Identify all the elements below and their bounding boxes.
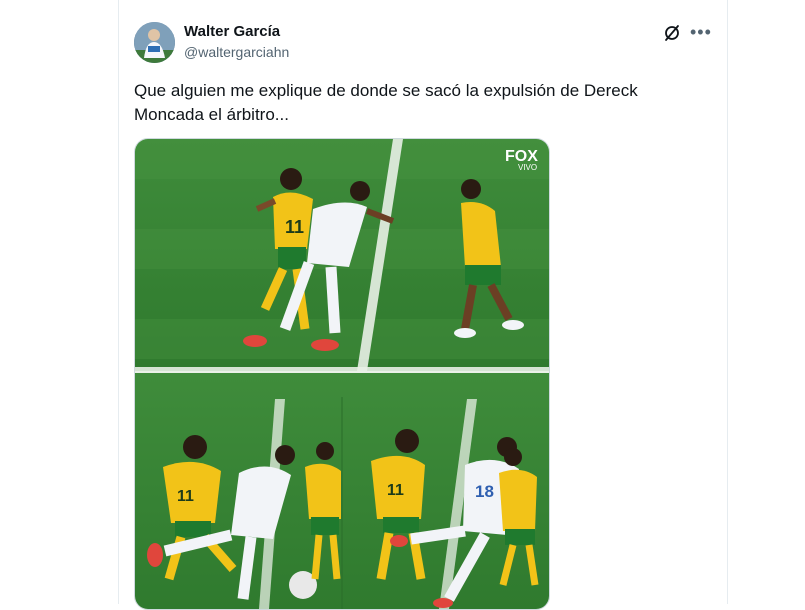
author-handle[interactable]: @waltergarciahn (184, 44, 289, 60)
more-dots-icon[interactable]: ••• (690, 22, 711, 42)
author-name[interactable]: Walter García (184, 23, 280, 40)
jersey-number-yellow: 11 (285, 217, 304, 237)
avatar-image (134, 22, 175, 63)
match-photo: 11 FOX VIVO 11 11 18 (135, 139, 549, 609)
grok-icon[interactable] (662, 23, 682, 43)
svg-text:11: 11 (177, 488, 194, 505)
tweet-media[interactable]: 11 FOX VIVO 11 11 18 (134, 138, 550, 610)
watermark-sub: VIVO (518, 163, 537, 172)
jersey-number-white: 18 (475, 482, 494, 501)
avatar[interactable] (134, 22, 175, 63)
svg-text:11: 11 (387, 482, 404, 499)
tweet-text: Que alguien me explique de donde se sacó… (134, 81, 638, 124)
